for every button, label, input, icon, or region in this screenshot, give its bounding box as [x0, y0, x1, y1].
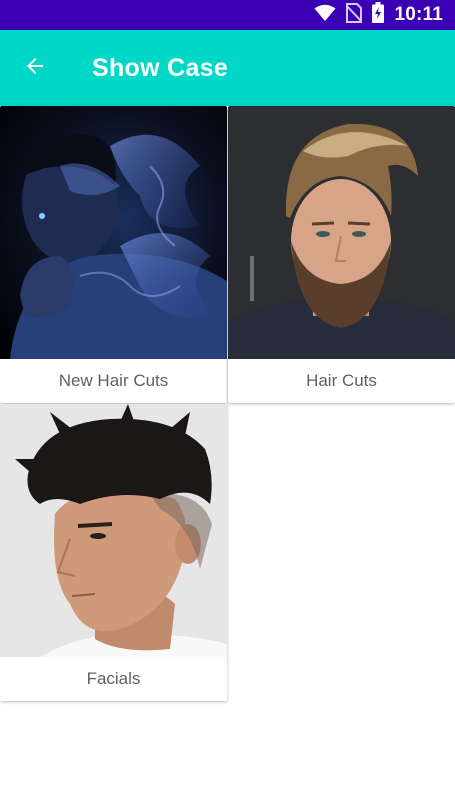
- status-time: 10:11: [394, 4, 443, 25]
- category-card-hair-cuts[interactable]: Hair Cuts: [228, 106, 455, 403]
- wifi-icon: [314, 4, 336, 27]
- side-profile-haircut-image: [0, 404, 227, 657]
- arrow-left-icon: [23, 54, 47, 83]
- no-sim-icon: [345, 2, 364, 28]
- category-card-new-hair-cuts[interactable]: New Hair Cuts: [0, 106, 227, 403]
- back-button[interactable]: [6, 39, 64, 97]
- battery-charging-icon: [372, 2, 385, 28]
- pompadour-beard-portrait-image: [228, 106, 455, 359]
- category-label: Facials: [86, 669, 141, 688]
- status-bar: 10:11: [0, 0, 455, 30]
- category-label: New Hair Cuts: [58, 371, 169, 390]
- app-bar: Show Case: [0, 30, 455, 106]
- page-title: Show Case: [92, 53, 229, 82]
- smoke-portrait-image: [0, 106, 227, 359]
- category-card-facials[interactable]: Facials: [0, 404, 227, 701]
- category-label: Hair Cuts: [306, 371, 377, 390]
